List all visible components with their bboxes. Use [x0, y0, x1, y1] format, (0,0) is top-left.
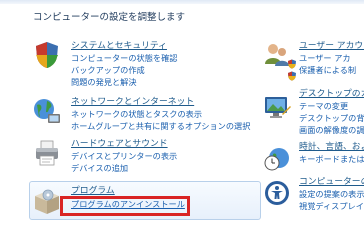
link-create-backup[interactable]: バックアップの作成: [71, 65, 145, 76]
link-screen-resolution[interactable]: 画面の解像度の調: [299, 125, 364, 136]
link-homegroup-sharing[interactable]: ホームグループと共有に関するオプションの選択: [71, 121, 250, 132]
programs-box-icon: [32, 186, 62, 216]
network-globe-icon: [32, 96, 62, 126]
category-clock-language[interactable]: 時計、言語、およ: [299, 142, 364, 153]
category-appearance[interactable]: デスクトップのカ: [299, 89, 364, 100]
link-user-accounts-sub[interactable]: ユーザー アカ: [299, 53, 351, 64]
link-check-computer-status[interactable]: コンピューターの状態を確認: [71, 53, 177, 64]
ease-of-access-icon: [262, 178, 292, 208]
link-network-status-tasks[interactable]: ネットワークの状態とタスクの表示: [71, 109, 202, 120]
category-ease-of-access[interactable]: コンピューターの: [299, 177, 364, 188]
highlight-annotation-box: [60, 196, 190, 216]
category-user-accounts[interactable]: ユーザー アカウン: [299, 41, 364, 52]
category-network-internet[interactable]: ネットワークとインターネット: [71, 97, 194, 108]
link-devices-printers[interactable]: デバイスとプリンターの表示: [71, 151, 177, 162]
link-parental-controls[interactable]: 保護者による制: [299, 65, 356, 76]
clock-globe-icon: [262, 144, 292, 174]
link-desktop-background[interactable]: デスクトップの背: [299, 113, 364, 124]
category-system-security[interactable]: システムとセキュリティ: [71, 41, 167, 52]
window-top-bar: [0, 0, 364, 4]
desktop-personalization-icon: [262, 92, 292, 122]
link-add-device[interactable]: デバイスの追加: [71, 163, 128, 174]
page-title: コンピューターの設定を調整します: [33, 12, 186, 23]
category-hardware-sound[interactable]: ハードウェアとサウンド: [71, 139, 168, 150]
link-keyboard-input[interactable]: キーボードまたは: [299, 154, 364, 165]
link-recommended-settings[interactable]: 設定の提案の表示: [299, 189, 364, 200]
shield-icon: [32, 40, 62, 70]
printer-icon: [32, 138, 62, 168]
shield-small-icon: [287, 54, 297, 69]
link-optimize-visual-display[interactable]: 視覚ディスプレイ: [299, 201, 364, 212]
link-change-theme[interactable]: テーマの変更: [299, 101, 348, 112]
link-find-fix-problems[interactable]: 問題の発見と解決: [71, 77, 137, 88]
shield-small-icon-2: [287, 66, 297, 81]
